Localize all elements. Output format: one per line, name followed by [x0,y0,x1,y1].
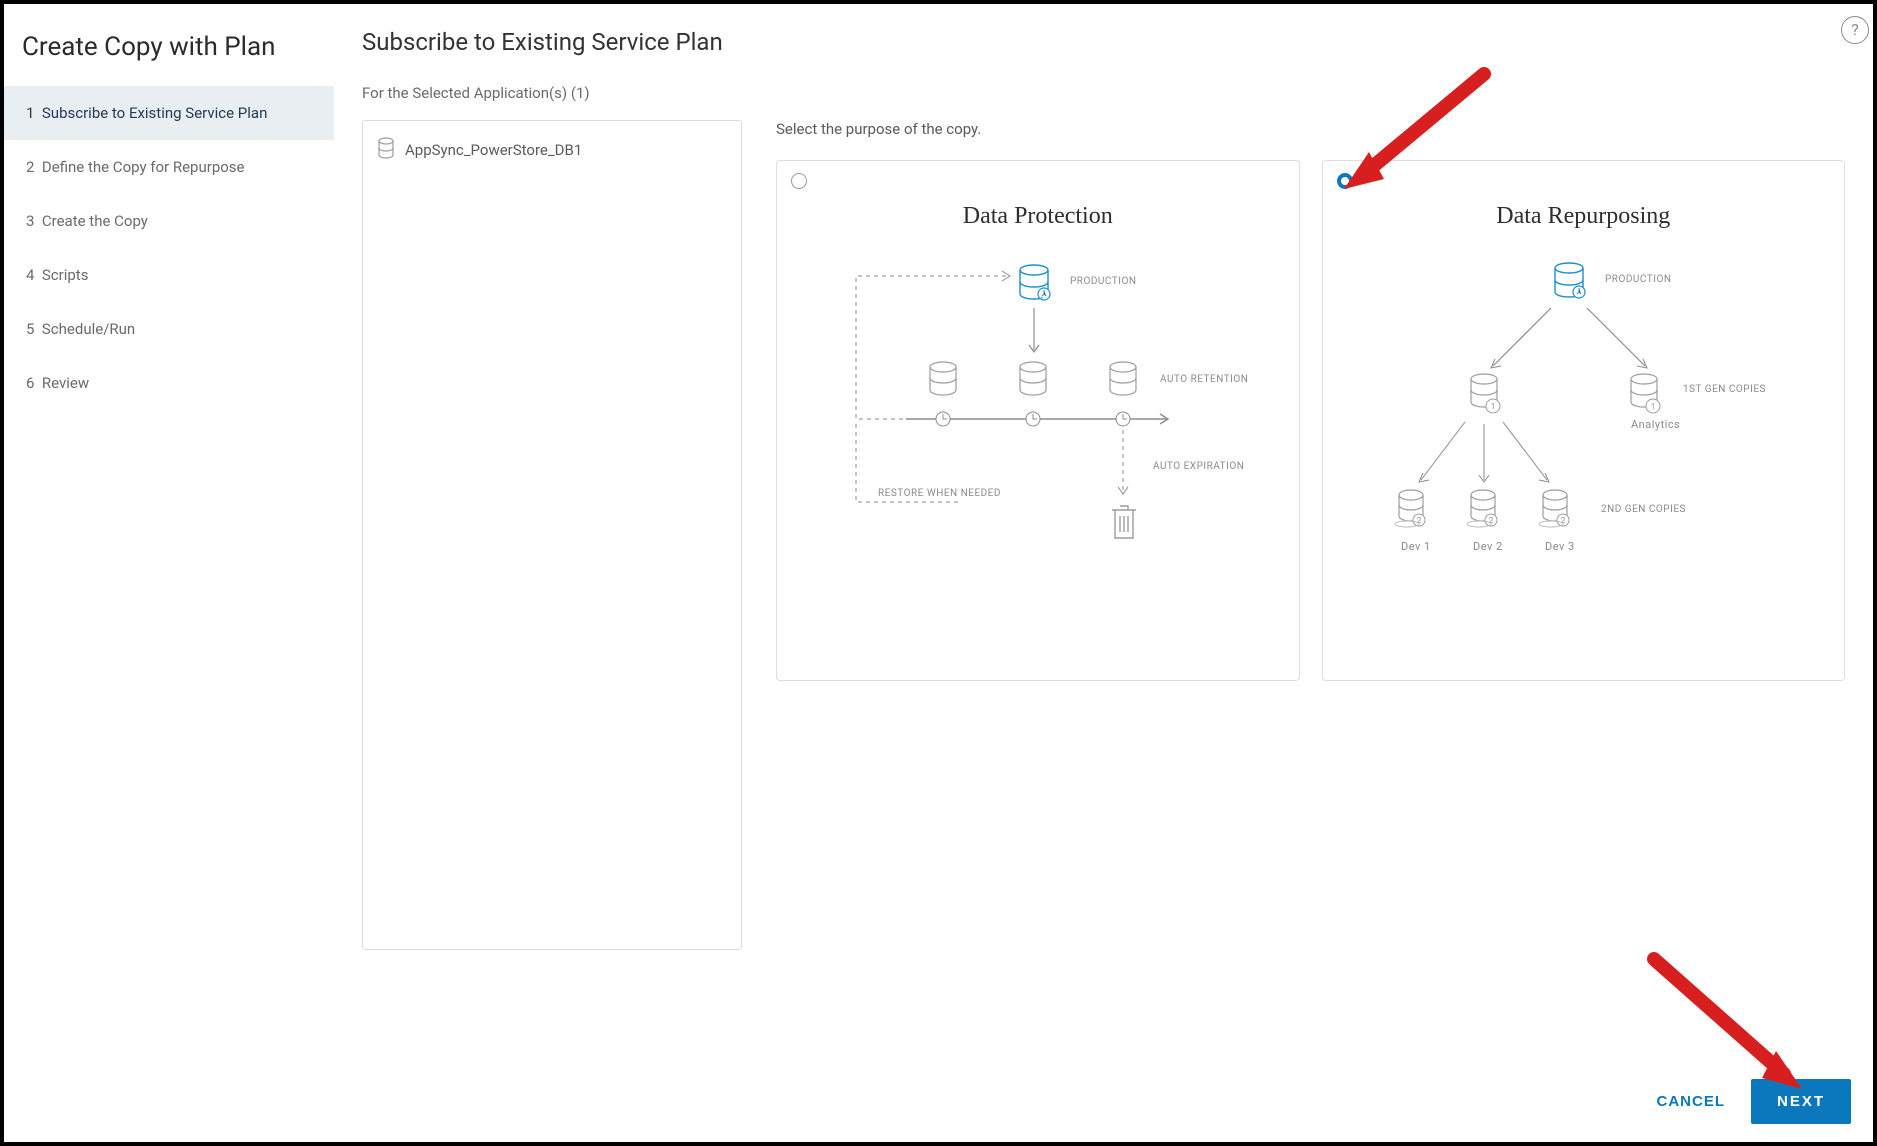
main-panel: ? Subscribe to Existing Service Plan For… [334,4,1873,1142]
purpose-label: Select the purpose of the copy. [776,120,1845,138]
page-title: Subscribe to Existing Service Plan [362,28,1845,56]
app-name: AppSync_PowerStore_DB1 [405,141,582,159]
wizard-step-6[interactable]: 6 Review [4,356,334,410]
svg-text:Dev 3: Dev 3 [1545,540,1575,553]
wizard-step-3[interactable]: 3 Create the Copy [4,194,334,248]
wizard-step-1[interactable]: 1 Subscribe to Existing Service Plan [4,86,334,140]
database-icon [377,137,395,163]
svg-text:PRODUCTION: PRODUCTION [1070,276,1136,287]
footer-actions: CANCEL NEXT [1648,1079,1851,1124]
svg-text:1: 1 [1491,402,1496,411]
svg-text:2ND GEN COPIES: 2ND GEN COPIES [1601,504,1686,515]
radio-data-protection[interactable] [791,173,807,189]
svg-text:RESTORE WHEN NEEDED: RESTORE WHEN NEEDED [878,488,1001,499]
selected-apps-label: For the Selected Application(s) (1) [362,84,1845,102]
svg-text:Analytics: Analytics [1631,418,1680,431]
help-icon[interactable]: ? [1841,16,1869,44]
svg-text:AUTO EXPIRATION: AUTO EXPIRATION [1153,461,1244,472]
card-title-protection: Data Protection [793,203,1283,230]
svg-text:AUTO RETENTION: AUTO RETENTION [1160,374,1248,385]
svg-text:PRODUCTION: PRODUCTION [1605,274,1671,285]
protection-diagram: PRODUCTION [793,254,1283,654]
wizard-title: Create Copy with Plan [4,22,334,86]
cancel-button[interactable]: CANCEL [1648,1083,1733,1120]
radio-data-repurposing[interactable] [1337,173,1353,189]
svg-text:1: 1 [1651,402,1656,411]
wizard-step-4[interactable]: 4 Scripts [4,248,334,302]
card-data-protection[interactable]: Data Protection [776,160,1300,681]
wizard-sidebar: Create Copy with Plan 1 Subscribe to Exi… [4,4,334,1142]
svg-text:Dev 1: Dev 1 [1401,540,1431,553]
card-data-repurposing[interactable]: Data Repurposing [1322,160,1846,681]
card-title-repurposing: Data Repurposing [1339,203,1829,230]
svg-text:Dev 2: Dev 2 [1473,540,1503,553]
application-list: AppSync_PowerStore_DB1 [362,120,742,950]
wizard-step-2[interactable]: 2 Define the Copy for Repurpose [4,140,334,194]
next-button[interactable]: NEXT [1751,1079,1851,1124]
svg-text:1ST GEN COPIES: 1ST GEN COPIES [1683,384,1766,395]
repurposing-diagram: PRODUCTION 1 [1339,254,1829,654]
list-item[interactable]: AppSync_PowerStore_DB1 [375,131,729,169]
wizard-step-5[interactable]: 5 Schedule/Run [4,302,334,356]
